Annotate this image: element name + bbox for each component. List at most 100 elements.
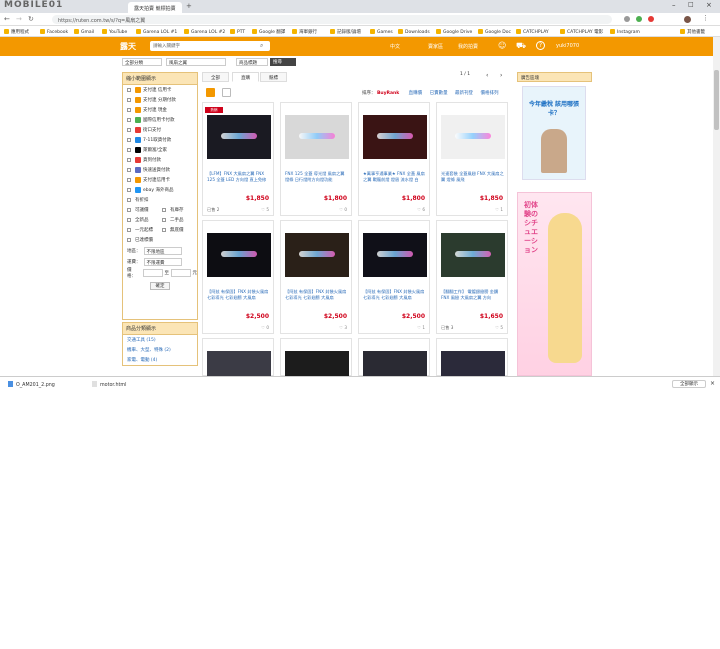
- filter-item[interactable]: 支付連 分期付款: [123, 95, 197, 105]
- bookmark[interactable]: Google 翻譯: [252, 29, 285, 35]
- bookmark[interactable]: 記錄版/論壇: [330, 29, 361, 35]
- product-title[interactable]: ★萬事亨通事業★ FNX 全蓋 風扇之翼 戰龍前燈 燈眉 流水燈 白: [363, 171, 427, 183]
- location-select[interactable]: 不限地區: [143, 246, 182, 255]
- product-card[interactable]: [202, 338, 274, 377]
- extension-icon[interactable]: [624, 16, 630, 22]
- category-link[interactable]: 機車、大型、特殊 (2): [123, 345, 197, 355]
- product-card[interactable]: [436, 338, 508, 377]
- filter-item[interactable]: 貨到付款: [123, 155, 197, 165]
- favorite-count[interactable]: ♡ 0: [261, 325, 269, 330]
- product-title[interactable]: 【阿茲 有保固】FNX 封裝火風扇 七彩導光 七彩翅膀 大風扇: [363, 289, 427, 301]
- header-search-input[interactable]: 請輸入關鍵字: [150, 41, 270, 51]
- bookmark[interactable]: Downloads: [398, 29, 430, 35]
- product-image[interactable]: [207, 233, 271, 277]
- product-image[interactable]: [285, 115, 349, 159]
- product-title[interactable]: 光速套裝 全蓋風翅 FNX 大風扇之翼 燈條 風飛: [441, 171, 505, 183]
- favorite-count[interactable]: ♡ 1: [417, 325, 425, 330]
- checkbox[interactable]: [127, 148, 131, 152]
- url-field[interactable]: https://ruten.com.tw/s/?q=風扇之翼: [52, 15, 612, 24]
- tab-all[interactable]: 全部: [202, 72, 229, 82]
- list-view-icon[interactable]: [222, 88, 231, 97]
- bookmark[interactable]: Garena LOL #2: [184, 29, 225, 35]
- price-max-input[interactable]: [171, 268, 191, 277]
- product-card[interactable]: FNX 125 全蓋 導光燈 風扇之翼 燈條 日行燈附方向燈功能 $1,800 ♡ …: [280, 102, 352, 216]
- bookmark[interactable]: CATCHPLAY: [516, 29, 549, 35]
- new-tab-icon[interactable]: +: [186, 2, 192, 10]
- filter-item[interactable]: 街口支付: [123, 125, 197, 135]
- checkbox[interactable]: [127, 188, 131, 192]
- product-card[interactable]: 【翻翻工作】 電鍍銀翅膀 金鑽 FNX 風翅 大風扇之翼 方向 $1,650 已售 …: [436, 220, 508, 334]
- product-card[interactable]: 【阿茲 有保固】FNX 封裝火風扇 七彩導光 七彩翅膀 大風扇 $2,500 ♡ 0: [202, 220, 274, 334]
- bookmark[interactable]: Facebook: [40, 29, 68, 35]
- bookmark[interactable]: 其他書籤: [680, 29, 705, 35]
- cart-icon[interactable]: ⛟: [516, 41, 526, 51]
- favorite-count[interactable]: ♡ 5: [261, 207, 269, 212]
- checkbox[interactable]: [127, 178, 131, 182]
- product-image[interactable]: [207, 115, 271, 159]
- menu-icon[interactable]: ⋮: [702, 14, 709, 22]
- filter-item[interactable]: ebay 海外商品: [123, 185, 197, 195]
- filter-item[interactable]: 國際信用卡付款: [123, 115, 197, 125]
- favorite-count[interactable]: ♡ 3: [339, 325, 347, 330]
- bookmark[interactable]: Games: [370, 29, 393, 35]
- filter-item[interactable]: 7-11取貨付款: [123, 135, 197, 145]
- bookmark[interactable]: Garena LOL #1: [136, 29, 177, 35]
- sort-filter[interactable]: 價格排列: [480, 91, 498, 96]
- nav-language[interactable]: 中文: [390, 43, 400, 50]
- show-all-button[interactable]: 全部顯示: [672, 380, 706, 388]
- filter-item[interactable]: 已達標價: [123, 235, 197, 245]
- category-select[interactable]: 全部分類: [122, 58, 162, 66]
- category-link[interactable]: 家電、電動 (4): [123, 355, 197, 365]
- chat-icon[interactable]: ☺: [498, 41, 506, 50]
- favorite-count[interactable]: ♡ 6: [417, 207, 425, 212]
- product-card[interactable]: [280, 338, 352, 377]
- product-image[interactable]: [363, 233, 427, 277]
- product-title[interactable]: 【LFM】FNX 大風扇之翼 FNX 125 全蓋 LED 方向燈 直上免修: [207, 171, 271, 183]
- product-card[interactable]: 熱銷 【LFM】FNX 大風扇之翼 FNX 125 全蓋 LED 方向燈 直上免修…: [202, 102, 274, 216]
- filter-pair[interactable]: 可議價 有庫存: [123, 205, 197, 215]
- checkbox[interactable]: [127, 138, 131, 142]
- forward-icon[interactable]: →: [16, 15, 22, 23]
- product-card[interactable]: 【阿茲 有保固】FNX 封裝火風扇 七彩導光 七彩翅膀 大風扇 $2,500 ♡ 3: [280, 220, 352, 334]
- bookmark[interactable]: PTT: [230, 29, 245, 35]
- help-icon[interactable]: ?: [536, 41, 545, 50]
- bookmark[interactable]: Instagram: [610, 29, 640, 35]
- grid-view-icon[interactable]: [206, 88, 215, 97]
- filter-pair[interactable]: 全新品 二手品: [123, 215, 197, 225]
- product-card[interactable]: 【阿茲 有保固】FNX 封裝火風扇 七彩導光 七彩翅膀 大風扇 $2,500 ♡ 1: [358, 220, 430, 334]
- bookmark[interactable]: YouTube: [102, 29, 127, 35]
- checkbox[interactable]: [127, 198, 131, 202]
- search-icon[interactable]: ⌕: [260, 42, 263, 50]
- favorite-count[interactable]: ♡ 5: [495, 325, 503, 330]
- nav-user[interactable]: yuki7070: [556, 43, 579, 49]
- product-title[interactable]: 【阿茲 有保固】FNX 封裝火風扇 七彩導光 七彩翅膀 大風扇: [285, 289, 349, 301]
- tab-buy-now[interactable]: 直購: [232, 72, 259, 82]
- tab-auction[interactable]: 競標: [260, 72, 287, 82]
- confirm-button[interactable]: 確定: [150, 282, 170, 290]
- filter-pair[interactable]: 一元起標 無底價: [123, 225, 197, 235]
- sort-select[interactable]: BuyRank: [377, 91, 399, 96]
- product-image[interactable]: [207, 351, 271, 377]
- product-title[interactable]: FNX 125 全蓋 導光燈 風扇之翼 燈條 日行燈附方向燈功能: [285, 171, 349, 183]
- sort-filter[interactable]: 直購價: [409, 91, 423, 96]
- bookmark[interactable]: CATCHPLAY 電影: [560, 29, 603, 35]
- checkbox[interactable]: [127, 88, 131, 92]
- scrollbar-thumb[interactable]: [714, 70, 719, 130]
- filter-item[interactable]: 支付連 現金: [123, 105, 197, 115]
- product-card[interactable]: [358, 338, 430, 377]
- download-item[interactable]: O_AM201_2.png: [8, 381, 55, 388]
- extension-icon[interactable]: [648, 16, 654, 22]
- bookmark[interactable]: 海軍銀行: [292, 29, 317, 35]
- sort-filter[interactable]: 最新刊登: [455, 91, 473, 96]
- price-min-input[interactable]: [143, 268, 163, 277]
- prev-page-icon[interactable]: ‹: [486, 72, 488, 79]
- checkbox[interactable]: [127, 118, 131, 122]
- minimize-icon[interactable]: –: [672, 1, 676, 9]
- maximize-icon[interactable]: □: [688, 1, 694, 8]
- category-link[interactable]: 交通工具 (15): [123, 335, 197, 345]
- avatar[interactable]: [684, 16, 691, 23]
- back-icon[interactable]: ←: [4, 15, 10, 23]
- product-title[interactable]: 【翻翻工作】 電鍍銀翅膀 金鑽 FNX 風翅 大風扇之翼 方向: [441, 289, 505, 301]
- checkbox[interactable]: [127, 98, 131, 102]
- extension-icon[interactable]: [636, 16, 642, 22]
